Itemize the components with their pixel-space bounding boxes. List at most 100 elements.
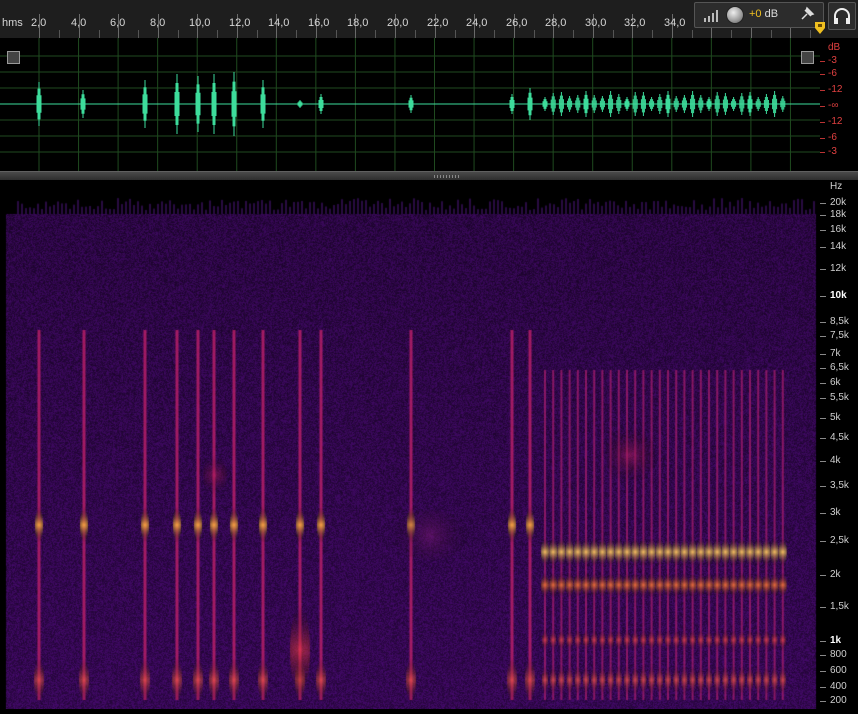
ruler-label: 10,0 — [189, 17, 211, 29]
frequency-scale-tick — [820, 541, 826, 542]
frequency-scale-label: 18k — [830, 209, 847, 220]
ruler-minor-tick — [573, 30, 574, 38]
pin-icon[interactable] — [799, 6, 815, 22]
ruler-label: 18,0 — [347, 17, 369, 29]
time-unit-label: hms — [2, 17, 23, 29]
db-scale-tick — [820, 74, 825, 75]
gain-readout[interactable]: +0 dB — [749, 8, 778, 20]
frequency-scale-label: 2,5k — [830, 535, 849, 546]
frequency-scale-tick — [820, 486, 826, 487]
ruler-label: 6,0 — [110, 17, 126, 29]
ruler-minor-tick — [375, 30, 376, 38]
frequency-scale-tick — [820, 575, 826, 576]
gain-value: +0 — [749, 8, 762, 20]
db-scale-label: -6 — [828, 68, 837, 79]
frequency-scale-tick — [820, 383, 826, 384]
ruler-label: 26,0 — [506, 17, 528, 29]
frequency-scale-label: 200 — [830, 695, 847, 706]
ruler-label: 12,0 — [229, 17, 251, 29]
ruler-minor-tick — [138, 30, 139, 38]
frequency-scale-label: 3,5k — [830, 480, 849, 491]
frequency-scale-tick — [820, 438, 826, 439]
ruler-minor-tick — [494, 30, 495, 38]
frequency-scale-label: 600 — [830, 665, 847, 676]
frequency-scale-label: 16k — [830, 224, 847, 235]
db-scale-label: -12 — [828, 84, 843, 95]
ruler-minor-tick — [178, 30, 179, 38]
ruler-minor-tick — [810, 30, 811, 38]
frequency-scale-tick — [820, 269, 826, 270]
frequency-scale-label: 4k — [830, 455, 841, 466]
db-scale-label: dB — [828, 42, 841, 53]
frequency-scale-tick — [820, 247, 826, 248]
spectral-frequency-display[interactable] — [0, 180, 820, 709]
db-scale-tick — [820, 152, 825, 153]
zoom-square-icon[interactable] — [801, 51, 814, 64]
ruler-minor-tick — [415, 30, 416, 38]
frequency-scale-label: 7,5k — [830, 330, 849, 341]
frequency-scale-label: 2k — [830, 569, 841, 580]
ruler-label: 30,0 — [585, 17, 607, 29]
ruler-minor-tick — [652, 30, 653, 38]
ruler-label: 2,0 — [31, 17, 47, 29]
ruler-label: 28,0 — [545, 17, 567, 29]
ruler-minor-tick — [771, 30, 772, 38]
ruler-minor-tick — [534, 30, 535, 38]
divider-grip[interactable] — [434, 175, 460, 178]
db-scale-tick — [820, 106, 825, 107]
db-scale-label: -3 — [828, 55, 837, 66]
frequency-scale-tick — [820, 701, 826, 702]
ruler-minor-tick — [99, 30, 100, 38]
level-meter-icon — [704, 10, 718, 22]
frequency-scale-label: 10k — [830, 290, 847, 301]
ruler-label: 34,0 — [664, 17, 686, 29]
ruler-minor-tick — [692, 30, 693, 38]
db-scale: dB -3 -6 -12 -∞ -12 -6 -3 — [820, 38, 858, 171]
gain-knob-icon[interactable] — [726, 6, 744, 24]
ruler-minor-tick — [257, 30, 258, 38]
ruler-minor-tick — [336, 30, 337, 38]
ruler-minor-tick — [455, 30, 456, 38]
frequency-scale-label: 14k — [830, 241, 847, 252]
gain-unit: dB — [764, 8, 779, 20]
hud-panel[interactable]: +0 dB — [694, 2, 824, 28]
frequency-scale-tick — [820, 322, 826, 323]
ruler-minor-tick — [296, 30, 297, 38]
waveform-display — [0, 38, 831, 171]
frequency-scale-label: 20k — [830, 197, 847, 208]
headphones-button[interactable] — [828, 2, 856, 30]
frequency-scale-label: 7k — [830, 348, 841, 359]
frequency-scale-tick — [820, 461, 826, 462]
ruler-minor-tick — [731, 30, 732, 38]
db-scale-label: -∞ — [828, 100, 839, 111]
frequency-scale-tick — [820, 687, 826, 688]
ruler-label: 32,0 — [624, 17, 646, 29]
frequency-scale-tick — [820, 215, 826, 216]
frequency-scale-label: 4,5k — [830, 432, 849, 443]
ruler-label: 8,0 — [150, 17, 166, 29]
frequency-scale-label: 6,5k — [830, 362, 849, 373]
ruler-minor-tick — [59, 30, 60, 38]
frequency-scale-label: 8,5k — [830, 316, 849, 327]
frequency-scale-tick — [820, 641, 826, 642]
frequency-scale-label: Hz — [830, 181, 843, 192]
frequency-scale-tick — [820, 655, 826, 656]
ruler-label: 20,0 — [387, 17, 409, 29]
frequency-scale-label: 400 — [830, 681, 847, 692]
frequency-scale-tick — [820, 671, 826, 672]
db-scale-label: -6 — [828, 132, 837, 143]
frequency-scale-label: 800 — [830, 649, 847, 660]
waveform-panel[interactable] — [0, 38, 831, 171]
frequency-scale-tick — [820, 296, 826, 297]
frequency-scale: Hz 20k 18k 16k 14k 12k 10k 8,5k 7,5k 7k 6,5k 6k 5,5k… — [820, 180, 858, 709]
playhead-marker-icon[interactable] — [815, 22, 825, 36]
ruler-minor-tick — [613, 30, 614, 38]
frequency-scale-tick — [820, 513, 826, 514]
frequency-scale-tick — [820, 418, 826, 419]
zoom-square-icon[interactable] — [7, 51, 20, 64]
db-scale-tick — [820, 61, 825, 62]
ruler-minor-tick — [217, 30, 218, 38]
db-scale-label: -3 — [828, 146, 837, 157]
db-scale-tick — [820, 90, 825, 91]
spectrogram-canvas — [0, 180, 820, 709]
